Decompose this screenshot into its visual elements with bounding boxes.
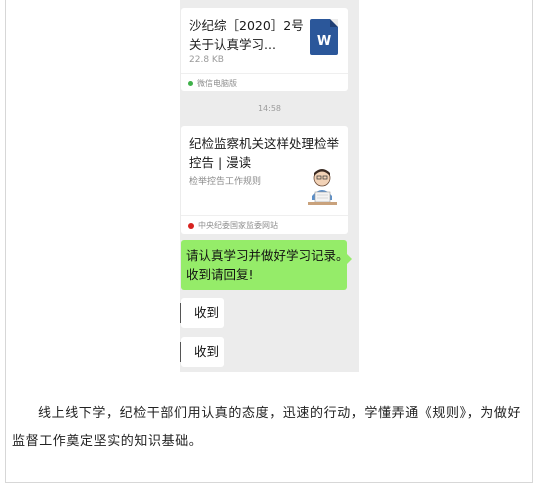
card-divider	[181, 215, 348, 216]
wechat-chat-screenshot: 沙纪综［2020］2号 关于认真学习... 22.8 KB W 微信电脑版 14…	[180, 0, 359, 372]
card-divider	[181, 73, 348, 74]
article-source: 中央纪委国家监委网站	[188, 220, 278, 231]
article-source-label: 中央纪委国家监委网站	[198, 221, 278, 230]
reply-bubble[interactable]: 收到	[180, 298, 224, 328]
cartoon-reader-thumbnail	[305, 166, 340, 209]
article-description: 检举控告工作规则	[189, 177, 262, 187]
file-message-card[interactable]: 沙纪综［2020］2号 关于认真学习... 22.8 KB W 微信电脑版	[181, 8, 348, 91]
word-document-icon: W	[310, 19, 338, 55]
caption-text: 线上线下学，纪检干部们用认真的态度，迅速的行动，学懂弄通《规则》，为做好监督工作…	[12, 406, 522, 449]
sent-message-line1: 请认真学习并做好学习记录。	[186, 248, 349, 263]
ccdi-logo-icon	[188, 222, 194, 229]
file-source-label: 微信电脑版	[197, 79, 237, 88]
file-source: 微信电脑版	[188, 78, 237, 89]
sent-message-bubble[interactable]: 请认真学习并做好学习记录。 收到请回复!	[181, 240, 352, 290]
file-title: 沙纪综［2020］2号 关于认真学习...	[189, 18, 304, 52]
caption-paragraph: 线上线下学，纪检干部们用认真的态度，迅速的行动，学懂弄通《规则》，为做好监督工作…	[12, 400, 528, 456]
article-message-card[interactable]: 纪检监察机关这样处理检举控告 | 漫读 检举控告工作规则 中央纪委国家监委网站	[181, 126, 348, 234]
file-size: 22.8 KB	[189, 55, 224, 65]
wechat-pc-icon	[188, 81, 193, 86]
reply-bubble[interactable]: 收到	[180, 337, 224, 367]
message-timestamp: 14:58	[257, 104, 282, 113]
sent-message-line2: 收到请回复!	[186, 267, 254, 282]
